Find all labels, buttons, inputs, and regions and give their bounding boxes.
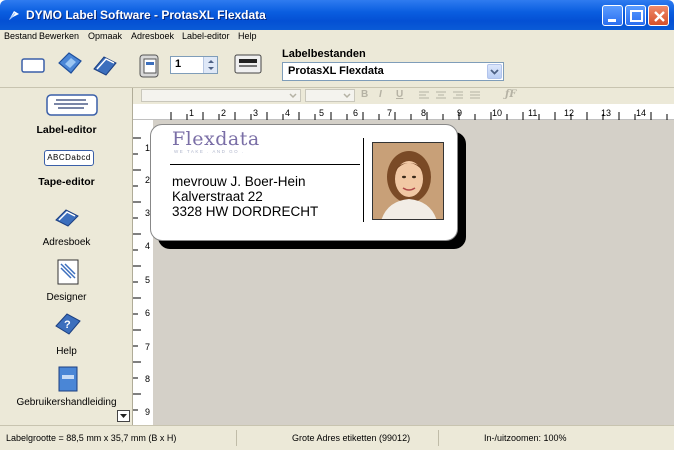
ruler-number: 1 <box>189 108 195 118</box>
sidebar-item-label: Help <box>56 346 77 357</box>
menu-bewerken[interactable]: Bewerken <box>39 30 79 43</box>
ruler-number: 9 <box>457 108 463 118</box>
status-separator <box>236 430 237 446</box>
ruler-number: 4 <box>285 108 291 118</box>
ruler-number: 8 <box>421 108 427 118</box>
ruler-number: 3 <box>253 108 259 118</box>
font-select[interactable] <box>141 89 301 102</box>
status-label-size: Labelgrootte = 88,5 mm x 35,7 mm (B x H) <box>6 433 177 443</box>
address-line-city[interactable]: 3328 HW DORDRECHT <box>172 204 318 219</box>
toolbar: 1 Labelbestanden ProtasXL Flexdata <box>0 43 674 88</box>
font-size-select[interactable] <box>305 89 355 102</box>
alignment-icons[interactable] <box>419 91 499 101</box>
chevron-down-icon <box>289 93 297 99</box>
left-panel: Label-editor ABCDabcd Tape-editor Adresb… <box>0 88 133 425</box>
italic-icon[interactable]: I <box>379 89 382 100</box>
ruler-number: 11 <box>528 108 538 118</box>
sidebar-item-help[interactable]: ? Help <box>0 310 133 357</box>
status-label-type: Grote Adres etiketten (99012) <box>292 433 411 443</box>
window-title: DYMO Label Software - ProtasXL Flexdata <box>26 8 266 22</box>
chevron-down-icon <box>343 93 351 99</box>
label-printer-icon[interactable] <box>233 53 263 75</box>
ruler-number: 13 <box>601 108 612 118</box>
sidebar-item-label: Adresboek <box>42 237 91 248</box>
menu-adresboek[interactable]: Adresboek <box>131 30 174 43</box>
sidebar-item-label: Gebruikershandleiding <box>16 397 117 408</box>
minimize-button[interactable] <box>602 5 623 26</box>
sidebar-item-label: Designer <box>46 292 87 303</box>
copies-spin-buttons[interactable] <box>203 57 217 73</box>
flexdata-logo[interactable]: Flexdata <box>172 128 260 150</box>
ruler-number: 6 <box>145 308 151 318</box>
status-zoom: In-/uitzoomen: 100% <box>484 433 567 443</box>
ruler-number: 8 <box>145 374 151 384</box>
insert-object-icon[interactable] <box>55 49 85 79</box>
chevron-down-icon[interactable] <box>487 64 502 79</box>
copies-stepper[interactable]: 1 <box>170 56 218 74</box>
status-separator <box>438 430 439 446</box>
ruler-number: 5 <box>145 275 151 285</box>
ruler-number: 2 <box>221 108 227 118</box>
sidebar-item-label: Label-editor <box>36 124 97 136</box>
chevron-down-icon <box>120 414 127 418</box>
designer-icon <box>57 259 79 285</box>
menu-opmaak[interactable]: Opmaak <box>88 30 122 43</box>
manual-icon <box>58 366 78 392</box>
sidebar-item-gebruikershandleiding[interactable]: Gebruikershandleiding <box>0 366 133 412</box>
svg-text:?: ? <box>64 319 71 331</box>
sidebar-item-tape-editor[interactable]: ABCDabcd Tape-editor <box>0 150 133 192</box>
menu-help[interactable]: Help <box>238 30 257 43</box>
maximize-button[interactable] <box>625 5 646 26</box>
ruler-number: 7 <box>145 342 151 352</box>
ruler-number: 7 <box>387 108 393 118</box>
portrait-photo[interactable] <box>372 142 444 220</box>
ruler-number: 5 <box>319 108 325 118</box>
ruler-number: 6 <box>353 108 359 118</box>
copies-value: 1 <box>175 58 182 70</box>
label-editor-icon <box>46 94 98 116</box>
address-book-icon <box>55 209 79 227</box>
menu-bestand[interactable]: Bestand <box>4 30 37 43</box>
portrait-image <box>373 143 443 219</box>
ruler-number: 12 <box>564 108 575 118</box>
labelbestanden-label: Labelbestanden <box>282 48 366 60</box>
spin-arrows-icon <box>208 60 214 70</box>
ruler-ticks <box>170 112 668 120</box>
address-line-name[interactable]: mevrouw J. Boer-Hein <box>172 174 306 189</box>
title-bar: DYMO Label Software - ProtasXL Flexdata <box>0 0 674 30</box>
address-line-street[interactable]: Kalverstraat 22 <box>172 189 263 204</box>
labelbestanden-value: ProtasXL Flexdata <box>288 65 384 77</box>
ruler-number: 9 <box>145 407 151 417</box>
close-button[interactable] <box>648 5 669 26</box>
ruler-number: 4 <box>145 241 151 251</box>
sidebar-scroll-button[interactable] <box>117 410 130 422</box>
close-icon <box>654 11 665 22</box>
sidebar-item-designer[interactable]: Designer <box>0 258 133 304</box>
status-bar: Labelgrootte = 88,5 mm x 35,7 mm (B x H)… <box>0 425 674 450</box>
dymo-app-icon <box>9 11 19 20</box>
formula-icon[interactable]: ƒF <box>505 89 516 100</box>
new-label-icon[interactable] <box>20 55 46 75</box>
bold-icon[interactable]: B <box>361 89 368 100</box>
help-icon: ? <box>55 313 81 335</box>
maximize-icon <box>630 10 643 22</box>
underline-icon[interactable]: U <box>396 89 403 100</box>
ruler-number: 14 <box>636 108 647 118</box>
sidebar-item-label: Tape-editor <box>38 176 95 188</box>
label-vertical-line[interactable] <box>363 138 364 222</box>
labelbestanden-select[interactable]: ProtasXL Flexdata <box>282 62 504 81</box>
logo-tagline: WE TAKE . AND GO . <box>174 149 245 154</box>
print-icon[interactable] <box>135 51 165 81</box>
sidebar-item-label-editor[interactable]: Label-editor <box>0 94 133 140</box>
ruler-number: 10 <box>492 108 503 118</box>
sidebar-item-adresboek[interactable]: Adresboek <box>0 204 133 250</box>
label-horizontal-line[interactable] <box>170 164 360 165</box>
address-book-toolbar-icon[interactable] <box>90 51 120 79</box>
minimize-icon <box>608 19 616 22</box>
tape-editor-icon: ABCDabcd <box>44 150 94 166</box>
horizontal-ruler: 1 2 3 4 5 6 7 8 9 10 11 12 13 14 <box>133 104 674 120</box>
format-bar: B I U ƒF <box>133 88 674 104</box>
menu-label-editor[interactable]: Label-editor <box>182 30 230 43</box>
menu-bar: Bestand Bewerken Opmaak Adresboek Label-… <box>0 30 674 43</box>
